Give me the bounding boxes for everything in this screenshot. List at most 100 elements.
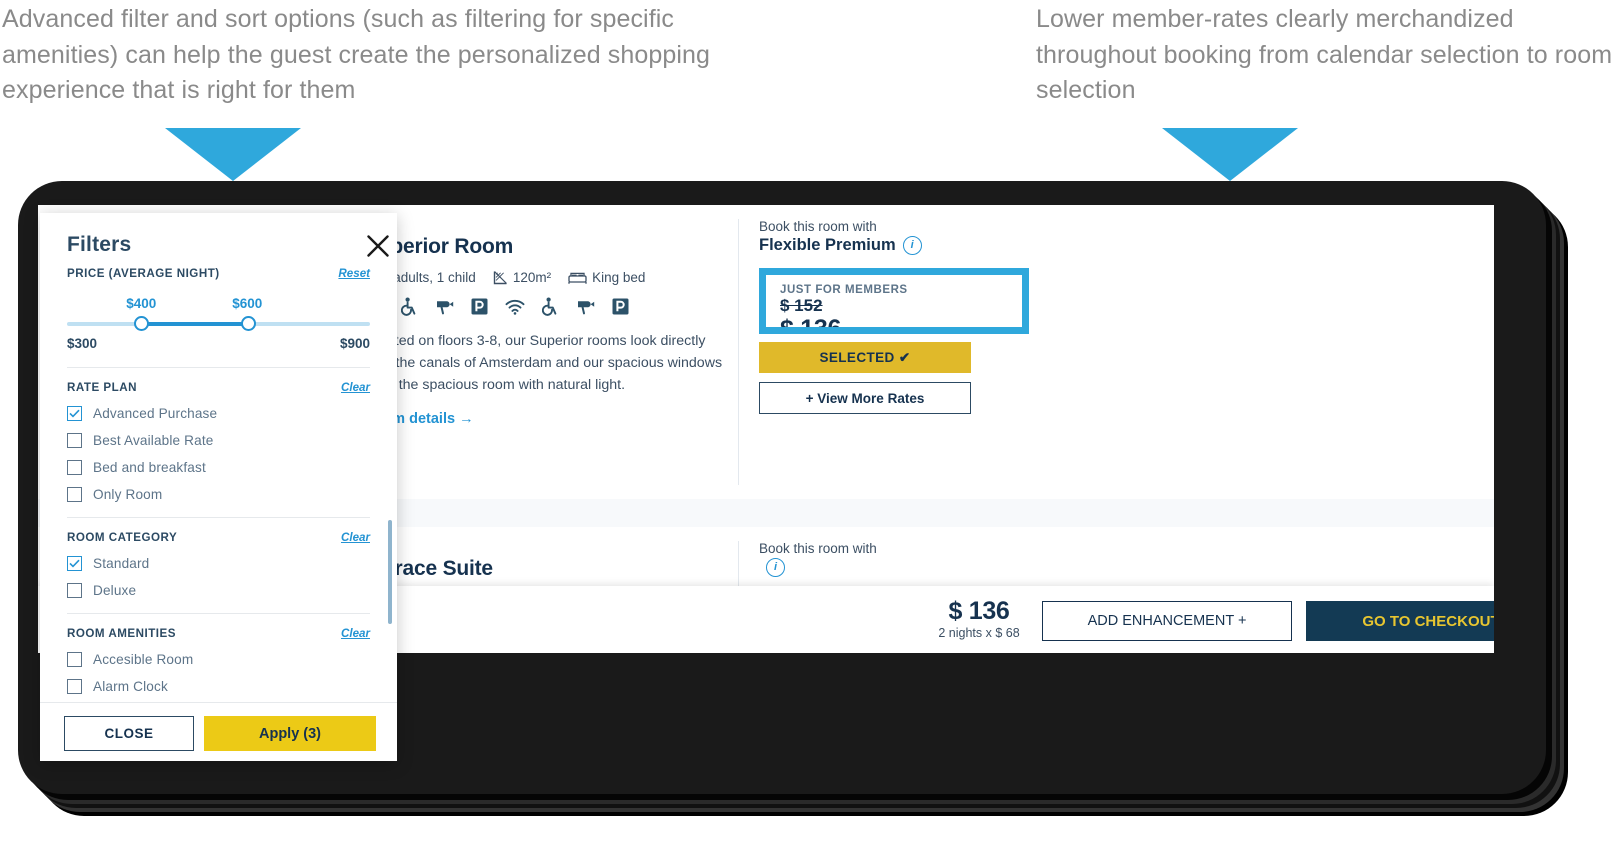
add-enhancement-button[interactable]: ADD ENHANCEMENT + bbox=[1042, 601, 1292, 641]
accessible-icon bbox=[542, 297, 557, 316]
book-with-label: Book this room with bbox=[759, 219, 877, 234]
selected-button[interactable]: SELECTED ✔ bbox=[759, 342, 971, 373]
filters-title: Filters bbox=[67, 233, 132, 256]
room-amenities-clear-link[interactable]: Clear bbox=[341, 627, 370, 640]
slider-knob-max[interactable] bbox=[241, 316, 257, 331]
slider-range-min: $300 bbox=[67, 336, 98, 351]
filters-header: Filters bbox=[40, 213, 397, 267]
bar-price-breakdown: 2 nights x $ 68 bbox=[938, 625, 1020, 640]
checkbox-icon[interactable] bbox=[67, 652, 82, 667]
meta-bed: King bed bbox=[568, 270, 645, 285]
checkbox-row[interactable]: Best Available Rate bbox=[67, 433, 370, 448]
hairdryer-icon bbox=[437, 301, 454, 315]
checkbox-row[interactable]: Deluxe bbox=[67, 583, 370, 598]
filter-section-price: PRICE (AVERAGE NIGHT) Reset $400 $600 $3… bbox=[40, 267, 397, 352]
price-original: $ 152 bbox=[780, 296, 823, 315]
checkbox-row[interactable]: Bed and breakfast bbox=[67, 460, 370, 475]
members-label: JUST FOR MEMBERS bbox=[780, 284, 908, 296]
checkbox-icon[interactable] bbox=[67, 406, 82, 421]
filter-section-header: RATE PLAN Clear bbox=[67, 381, 370, 394]
annotation-right-text: Lower member-rates clearly merchandized … bbox=[1036, 5, 1613, 104]
book-with-label: Book this room with bbox=[759, 541, 877, 556]
hairdryer-icon bbox=[578, 301, 595, 315]
filter-section-header: ROOM AMENITIES Clear bbox=[67, 627, 370, 640]
checkbox-row[interactable]: Advanced Purchase bbox=[67, 406, 370, 421]
room-meta-row: 2 adults, 1 child 120m² King bed bbox=[364, 270, 736, 285]
checkbox-label: Advanced Purchase bbox=[93, 406, 218, 421]
filters-footer: CLOSE Apply (3) bbox=[40, 702, 397, 761]
info-icon[interactable]: i bbox=[766, 558, 785, 577]
accessible-icon bbox=[401, 297, 416, 316]
bar-price-block: $ 136 2 nights x $ 68 bbox=[924, 597, 1034, 640]
go-to-checkout-button[interactable]: GO TO CHECKOUT bbox=[1306, 601, 1494, 641]
room-amenities-section-label: ROOM AMENITIES bbox=[67, 627, 176, 640]
area-icon bbox=[493, 271, 507, 285]
wifi-icon bbox=[505, 299, 525, 315]
slider-range-max: $900 bbox=[339, 336, 370, 351]
checkbox-label: Deluxe bbox=[93, 583, 137, 598]
slider-knob-min[interactable] bbox=[134, 316, 150, 331]
checkbox-label: Alarm Clock bbox=[93, 679, 168, 694]
bed-icon bbox=[568, 272, 587, 284]
filter-section-room-amenities: ROOM AMENITIES Clear Accesible Room Alar… bbox=[40, 627, 397, 702]
checkbox-icon[interactable] bbox=[67, 583, 82, 598]
meta-size: 120m² bbox=[493, 270, 551, 285]
amenity-icon-row bbox=[364, 297, 736, 316]
close-filters-button[interactable]: CLOSE bbox=[64, 716, 194, 751]
price-reset-link[interactable]: Reset bbox=[338, 267, 370, 280]
filters-scrollbar[interactable] bbox=[388, 520, 392, 624]
slider-max-value: $600 bbox=[232, 296, 263, 311]
slider-min-value: $400 bbox=[126, 296, 157, 311]
apply-filters-button[interactable]: Apply (3) bbox=[204, 716, 376, 751]
rate-plan-name: Flexible Premium bbox=[759, 236, 896, 254]
filters-body: PRICE (AVERAGE NIGHT) Reset $400 $600 $3… bbox=[40, 267, 397, 702]
info-icon[interactable]: i bbox=[902, 236, 922, 255]
checkbox-row[interactable]: Only Room bbox=[67, 487, 370, 502]
checkbox-label: Bed and breakfast bbox=[93, 460, 206, 475]
checkbox-label: Accesible Room bbox=[93, 652, 194, 667]
checkbox-label: Best Available Rate bbox=[93, 433, 214, 448]
room-title: Superior Room bbox=[364, 235, 514, 258]
filter-section-rate-plan: RATE PLAN Clear Advanced Purchase Best A… bbox=[40, 381, 397, 502]
filter-section-header: ROOM CATEGORY Clear bbox=[67, 531, 370, 544]
rate-plan-section-label: RATE PLAN bbox=[67, 381, 137, 394]
filter-section-header: PRICE (AVERAGE NIGHT) Reset bbox=[67, 267, 370, 280]
checkbox-label: Only Room bbox=[93, 487, 163, 502]
checkbox-row[interactable]: Accesible Room bbox=[67, 652, 370, 667]
checkbox-icon[interactable] bbox=[67, 487, 82, 502]
checkbox-icon[interactable] bbox=[67, 460, 82, 475]
rate-plan-name-row: i bbox=[759, 558, 1029, 577]
room-title: Terrace Suite bbox=[364, 557, 493, 580]
parking-icon bbox=[471, 298, 488, 315]
checkbox-icon[interactable] bbox=[67, 679, 82, 694]
room-info-superior: Superior Room 2 adults, 1 child 120m² Ki… bbox=[364, 235, 736, 428]
price-member: $ 136 bbox=[780, 314, 842, 334]
room-description: Located on floors 3-8, our Superior room… bbox=[364, 333, 723, 393]
price-range-slider[interactable]: $400 $600 $300 $900 bbox=[67, 296, 370, 352]
divider bbox=[67, 517, 370, 518]
member-rate-box[interactable]: JUST FOR MEMBERS $ 152 $ 136 2 nights x … bbox=[759, 268, 1029, 334]
filter-section-room-category: ROOM CATEGORY Clear Standard Deluxe bbox=[40, 531, 397, 598]
rate-column-superior: Book this room with Flexible Premium i J… bbox=[738, 219, 1029, 485]
parking-icon bbox=[612, 298, 629, 315]
checkbox-icon[interactable] bbox=[67, 556, 82, 571]
annotation-left-text: Advanced filter and sort options (such a… bbox=[2, 5, 711, 104]
checkbox-row[interactable]: Standard bbox=[67, 556, 370, 571]
rate-plan-clear-link[interactable]: Clear bbox=[341, 381, 370, 394]
room-category-clear-link[interactable]: Clear bbox=[341, 531, 370, 544]
checkbox-row[interactable]: Alarm Clock bbox=[67, 679, 370, 694]
bar-price-total: $ 136 bbox=[948, 597, 1010, 625]
price-section-label: PRICE (AVERAGE NIGHT) bbox=[67, 267, 220, 280]
slider-fill bbox=[138, 322, 246, 326]
checkbox-icon[interactable] bbox=[67, 433, 82, 448]
checkbox-label: Standard bbox=[93, 556, 150, 571]
divider bbox=[67, 613, 370, 614]
view-more-rates-button[interactable]: + View More Rates bbox=[759, 382, 971, 414]
annotation-right-arrow-icon bbox=[1162, 128, 1298, 181]
meta-bed-label: King bed bbox=[592, 270, 646, 285]
close-icon[interactable] bbox=[365, 233, 391, 259]
annotation-left-arrow-icon bbox=[165, 128, 301, 181]
filters-panel: Filters PRICE (AVERAGE NIGHT) Reset $400… bbox=[40, 213, 397, 761]
rate-plan-name-row: Flexible Premium i bbox=[759, 236, 1029, 255]
room-category-section-label: ROOM CATEGORY bbox=[67, 531, 178, 544]
